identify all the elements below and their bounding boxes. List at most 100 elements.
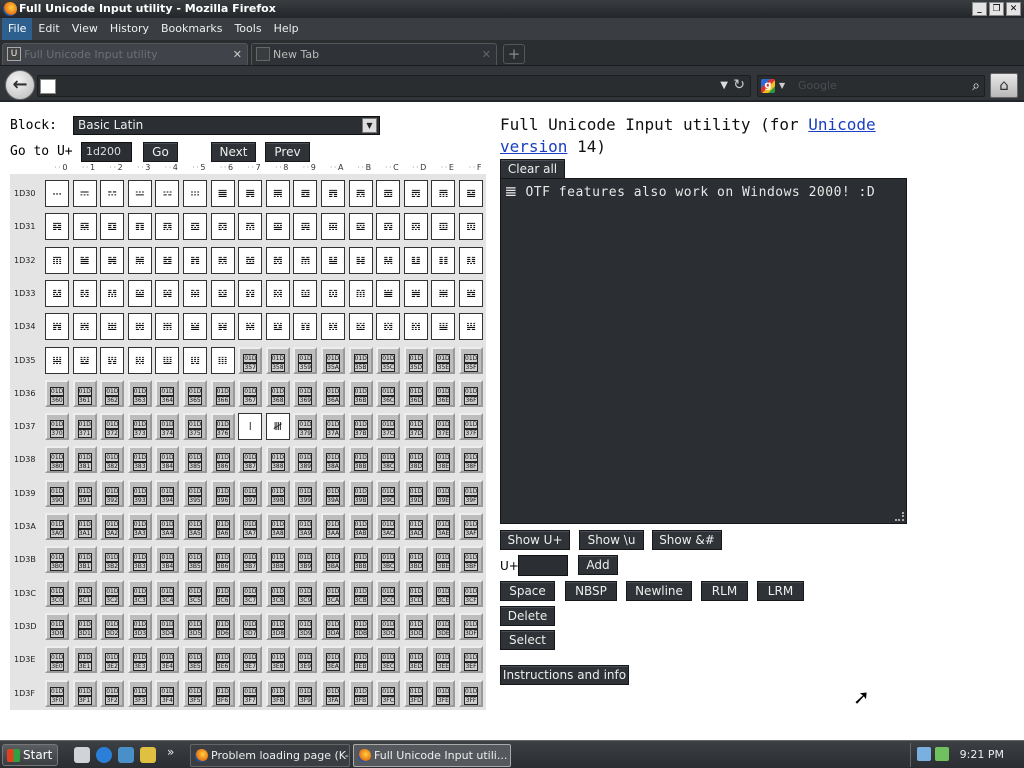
engine-dropdown-icon[interactable]: ▼ — [779, 76, 785, 96]
character-cell[interactable]: 01D 3BB — [348, 546, 373, 574]
character-cell[interactable]: 01D 3B0 — [45, 546, 69, 574]
character-cell[interactable]: 01D 35E — [431, 346, 456, 374]
character-cell[interactable]: 01D 361 — [72, 379, 97, 407]
character-cell[interactable]: 𝍒 — [100, 346, 125, 374]
history-dropdown-icon[interactable]: ▼ — [720, 76, 728, 96]
character-cell[interactable]: 𝌎 — [431, 180, 456, 207]
character-cell[interactable]: 𝍑 — [72, 346, 97, 374]
character-cell[interactable]: 01D 3E9 — [293, 646, 318, 674]
character-cell[interactable]: 01D 3B7 — [238, 546, 263, 574]
character-cell[interactable]: 𝌧 — [238, 246, 263, 274]
character-cell[interactable]: 01D 3C9 — [293, 579, 318, 607]
character-cell[interactable]: 01D 36B — [348, 379, 373, 407]
character-cell[interactable]: 01D 3E3 — [127, 646, 152, 674]
character-cell[interactable]: 𝍖 — [210, 346, 235, 374]
character-cell[interactable]: 𝌚 — [321, 213, 345, 241]
search-bar[interactable]: g ▼ Google ⌕ — [757, 75, 985, 97]
character-cell[interactable]: 𝍋 — [348, 313, 373, 341]
character-cell[interactable]: 01D 3E4 — [155, 646, 180, 674]
character-cell[interactable]: 𝌦 — [210, 246, 235, 274]
character-cell[interactable]: 01D 3A7 — [238, 513, 263, 540]
character-cell[interactable]: 𝌊 — [321, 180, 345, 207]
character-cell[interactable]: 01D 38E — [431, 446, 456, 474]
character-cell[interactable]: 01D 3EB — [348, 646, 373, 674]
show-desktop-icon[interactable] — [74, 747, 90, 763]
network-icon[interactable] — [917, 747, 931, 761]
character-cell[interactable]: 01D 3F8 — [265, 679, 290, 707]
character-cell[interactable]: 01D 388 — [265, 446, 290, 474]
character-cell[interactable]: 𝌬 — [376, 246, 401, 274]
tab-unicode-utility[interactable]: U Full Unicode Input utility ✕ — [2, 43, 248, 65]
menu-view[interactable]: View — [66, 18, 104, 40]
character-cell[interactable]: 01D 3A8 — [265, 513, 290, 540]
character-cell[interactable]: 𝍉 — [293, 313, 318, 341]
back-button[interactable]: ← — [5, 70, 35, 100]
character-cell[interactable]: 01D 3DB — [348, 612, 373, 640]
character-cell[interactable]: 01D 372 — [100, 413, 125, 441]
character-cell[interactable]: 𝌤 — [155, 246, 180, 274]
character-cell[interactable]: 01D 397 — [238, 479, 263, 507]
character-cell[interactable]: 𝍍 — [403, 313, 428, 341]
character-cell[interactable]: 01D 3D3 — [127, 612, 152, 640]
character-cell[interactable]: 01D 3BF — [459, 546, 483, 574]
character-cell[interactable]: 01D 3AE — [431, 513, 456, 540]
character-cell[interactable]: 01D 3E7 — [238, 646, 263, 674]
character-cell[interactable]: 𝍇 — [238, 313, 263, 341]
character-cell[interactable]: 01D 3CA — [321, 579, 345, 607]
instructions-button[interactable]: Instructions and info — [500, 665, 629, 685]
search-icon[interactable]: ⌕ — [972, 76, 980, 96]
character-cell[interactable]: 𝌢 — [100, 246, 125, 274]
character-cell[interactable]: 01D 3A9 — [293, 513, 318, 540]
character-cell[interactable]: 01D 3CB — [348, 579, 373, 607]
character-cell[interactable]: 01D 35C — [376, 346, 401, 374]
character-cell[interactable]: 01D 3EA — [321, 646, 345, 674]
newline-button[interactable]: Newline — [626, 581, 692, 601]
character-cell[interactable]: 01D 3F4 — [155, 679, 180, 707]
character-cell[interactable]: 01D 3B8 — [265, 546, 290, 574]
character-cell[interactable]: 𝌹 — [293, 279, 318, 307]
character-cell[interactable]: 01D 3C8 — [265, 579, 290, 607]
character-cell[interactable]: 𝌠 — [45, 246, 69, 274]
tab-close-icon[interactable]: ✕ — [482, 44, 491, 65]
character-cell[interactable]: 01D 3FD — [403, 679, 428, 707]
quick-launch-overflow[interactable]: » — [167, 745, 174, 759]
menu-history[interactable]: History — [104, 18, 155, 40]
character-cell[interactable]: 01D 3B1 — [72, 546, 97, 574]
character-cell[interactable]: 01D 35A — [321, 346, 345, 374]
nbsp-button[interactable]: NBSP — [565, 581, 617, 601]
character-cell[interactable]: 01D 3E8 — [265, 646, 290, 674]
character-cell[interactable]: 01D 363 — [127, 379, 152, 407]
character-cell[interactable]: 𝍐 — [45, 346, 69, 374]
character-cell[interactable]: 01D 390 — [45, 479, 69, 507]
tab-new-tab[interactable]: New Tab ✕ — [251, 43, 497, 65]
character-cell[interactable]: 01D 3E5 — [183, 646, 207, 674]
character-cell[interactable]: 01D 367 — [238, 379, 263, 407]
show-u-escape-button[interactable]: Show \u — [579, 530, 644, 550]
google-icon[interactable]: g — [761, 79, 775, 93]
character-cell[interactable]: 01D 3D6 — [210, 612, 235, 640]
block-select[interactable]: Basic Latin ▼ — [73, 116, 380, 135]
go-button[interactable]: Go — [143, 142, 178, 162]
character-cell[interactable]: 𝌈 — [265, 180, 290, 207]
character-cell[interactable]: 𝌩 — [293, 246, 318, 274]
character-cell[interactable]: 01D 399 — [293, 479, 318, 507]
character-cell[interactable]: 𝍁 — [72, 313, 97, 341]
select-button[interactable]: Select — [500, 630, 555, 650]
character-cell[interactable]: 01D 393 — [127, 479, 152, 507]
taskbar-item-unicode-utility[interactable]: Full Unicode Input utili... — [353, 744, 511, 767]
character-cell[interactable]: 𝍔 — [155, 346, 180, 374]
character-cell[interactable]: 01D 3D4 — [155, 612, 180, 640]
character-cell[interactable]: 01D 3DF — [459, 612, 483, 640]
space-button[interactable]: Space — [500, 581, 555, 601]
character-cell[interactable]: 01D 3D8 — [265, 612, 290, 640]
clear-all-button[interactable]: Clear all — [500, 159, 565, 179]
tab-close-icon[interactable]: ✕ — [233, 44, 242, 65]
character-cell[interactable]: 𝌨 — [265, 246, 290, 274]
character-cell[interactable]: 𝌿 — [459, 279, 483, 307]
codepoint-add-input[interactable] — [518, 555, 568, 576]
character-cell[interactable]: 01D 392 — [100, 479, 125, 507]
character-cell[interactable]: 𝍄 — [155, 313, 180, 341]
character-cell[interactable]: 𝌅 — [183, 180, 207, 207]
character-cell[interactable]: 01D 3B9 — [293, 546, 318, 574]
character-cell[interactable]: 01D 3CE — [431, 579, 456, 607]
